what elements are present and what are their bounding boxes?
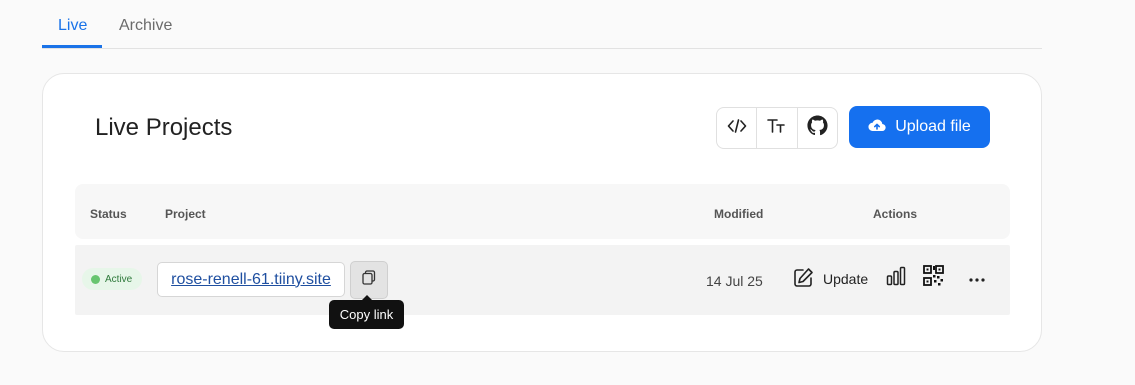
page-title: Live Projects <box>95 114 233 141</box>
qr-code-icon <box>922 265 944 291</box>
github-button[interactable] <box>798 108 837 148</box>
update-label: Update <box>823 271 869 287</box>
tab-live[interactable]: Live <box>58 17 87 35</box>
cloud-upload-icon <box>868 118 886 137</box>
analytics-button[interactable] <box>885 266 907 291</box>
table-row: Active rose-renell-61.tiiny.site 14 Jul … <box>75 245 1010 315</box>
github-icon <box>807 115 828 141</box>
copy-link-button[interactable] <box>350 261 388 299</box>
active-tab-indicator <box>42 45 102 48</box>
table-header: Status Project Modified Actions <box>75 184 1010 239</box>
projects-card: Live Projects Upload file Status Project… <box>42 73 1042 352</box>
toolbar-group <box>716 107 838 149</box>
copy-link-tooltip: Copy link <box>329 295 404 329</box>
text-format-icon <box>767 118 787 139</box>
tab-archive[interactable]: Archive <box>119 17 172 35</box>
more-options-button[interactable] <box>967 267 987 289</box>
status-label: Active <box>105 273 133 285</box>
update-button[interactable]: Update <box>793 267 868 291</box>
bar-chart-icon <box>886 266 906 291</box>
edit-icon <box>793 267 814 291</box>
header-project: Project <box>165 207 206 221</box>
upload-file-button[interactable]: Upload file <box>849 106 990 148</box>
tab-bar: Live Archive <box>42 0 1042 49</box>
copy-icon <box>362 270 376 290</box>
code-icon <box>727 118 747 139</box>
project-link-box: rose-renell-61.tiiny.site <box>157 262 345 297</box>
header-status: Status <box>90 207 127 221</box>
text-format-button[interactable] <box>757 108 798 148</box>
modified-date: 14 Jul 25 <box>706 273 763 289</box>
project-link[interactable]: rose-renell-61.tiiny.site <box>171 271 331 289</box>
upload-file-label: Upload file <box>895 118 971 135</box>
header-actions: Actions <box>873 207 918 221</box>
status-dot <box>91 274 100 284</box>
more-icon <box>969 269 985 287</box>
status-badge: Active <box>82 268 142 290</box>
code-button[interactable] <box>717 108 758 148</box>
header-modified: Modified <box>714 207 764 221</box>
qr-code-button[interactable] <box>922 265 944 291</box>
